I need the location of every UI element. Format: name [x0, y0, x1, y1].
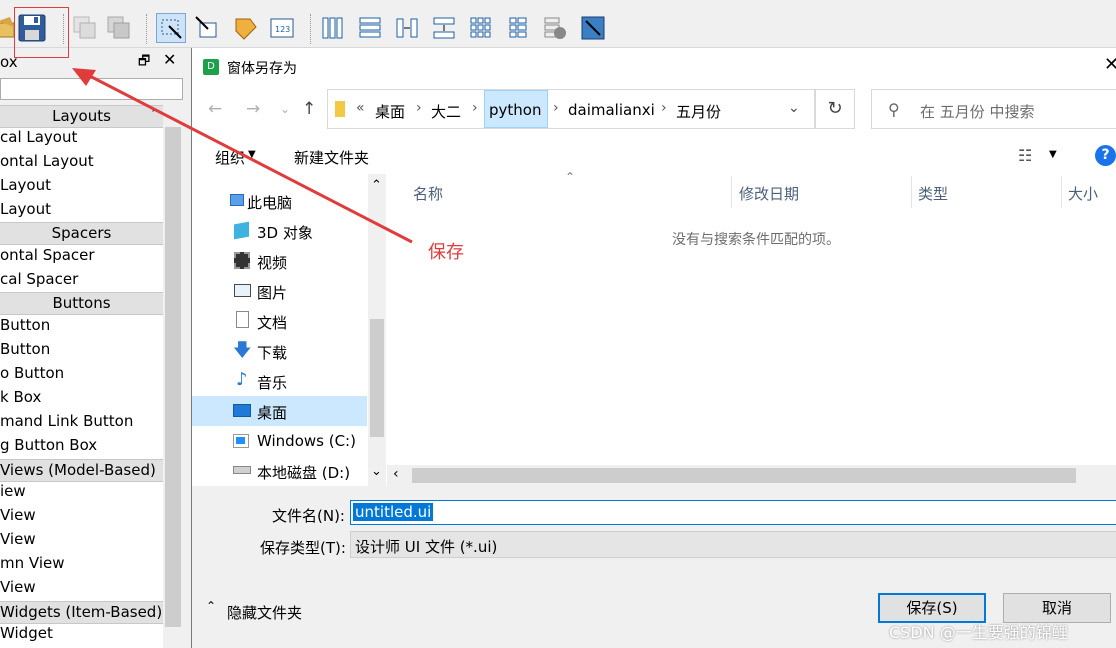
chevron-right-icon[interactable]: › [661, 100, 667, 116]
highlight-rectangle [14, 7, 69, 58]
chevron-right-icon[interactable]: › [472, 100, 478, 116]
filename-label: 文件名(N): [272, 507, 345, 525]
edit-signals-icon[interactable] [192, 13, 222, 43]
search-placeholder: 在 五月份 中搜索 [920, 103, 1035, 121]
widget-item[interactable]: Layout [0, 200, 51, 218]
chevron-left-icon[interactable]: ‹ [393, 466, 399, 482]
help-icon[interactable]: ? [1095, 145, 1116, 166]
category-item-widgets[interactable]: Widgets (Item-Based) [0, 601, 163, 624]
widget-item[interactable]: Layout [0, 176, 51, 194]
nav-item-documents[interactable]: 文档 [257, 312, 287, 333]
column-type[interactable]: 类型 [918, 183, 948, 204]
refresh-icon[interactable]: ↻ [815, 89, 855, 129]
edit-tab-order-icon[interactable]: 123 [267, 13, 297, 43]
widget-item[interactable]: cal Spacer [0, 270, 78, 288]
column-modified[interactable]: 修改日期 [739, 183, 799, 204]
windows-drive-icon [233, 434, 249, 448]
edit-buddies-icon[interactable] [230, 13, 260, 43]
widget-item[interactable]: iew [0, 482, 26, 500]
filename-value: untitled.ui [353, 503, 434, 521]
widget-item[interactable]: Button [0, 316, 50, 334]
widget-item[interactable]: g Button Box [0, 436, 97, 454]
layout-grid-icon[interactable] [466, 13, 496, 43]
svg-text:123: 123 [275, 25, 290, 34]
widget-item[interactable]: mand Link Button [0, 412, 133, 430]
category-buttons[interactable]: Buttons [0, 292, 163, 315]
address-dropdown-icon[interactable]: ⌄ [788, 100, 800, 116]
copy-icon[interactable] [70, 13, 100, 43]
chevron-right-icon[interactable]: › [553, 100, 559, 116]
main-toolbar: 123 [0, 8, 1116, 48]
chevron-up-icon[interactable]: ⌃ [206, 599, 216, 613]
view-options-icon[interactable]: ☷ [1018, 146, 1032, 165]
film-icon [234, 252, 250, 269]
nav-item-downloads[interactable]: 下载 [257, 342, 287, 363]
filetype-label: 保存类型(T): [260, 539, 346, 557]
nav-item-drive-d[interactable]: 本地磁盘 (D:) [257, 462, 350, 483]
layout-vertical-icon[interactable] [355, 13, 385, 43]
widget-item[interactable]: Widget [0, 624, 53, 642]
download-icon: 🡇 [233, 340, 252, 361]
breadcrumb-item[interactable]: 大二 [431, 101, 461, 122]
watermark: CSDN @一生要强的锦鲤 [889, 623, 1068, 642]
widget-item[interactable]: mn View [0, 554, 64, 572]
search-icon: ⚲ [888, 100, 900, 119]
breadcrumb-item[interactable]: daimalianxi [568, 101, 655, 119]
hide-folders-toggle[interactable]: 隐藏文件夹 [227, 602, 302, 623]
layout-h-splitter-icon[interactable] [392, 13, 422, 43]
desktop-icon [233, 404, 251, 417]
scrollbar-thumb[interactable] [370, 319, 384, 437]
adjust-size-icon[interactable] [578, 13, 608, 43]
music-icon: ♪ [236, 369, 248, 390]
filetype-value: 设计师 UI 文件 (*.ui) [355, 538, 498, 556]
document-icon [236, 311, 249, 328]
menu-bar [0, 0, 1116, 8]
sort-ascending-icon: ⌃ [565, 170, 576, 184]
layout-form-icon[interactable] [503, 13, 533, 43]
paste-icon[interactable] [104, 13, 134, 43]
nav-item-desktop[interactable]: 桌面 [257, 402, 287, 423]
drive-icon [233, 466, 251, 474]
widget-item[interactable]: o Button [0, 364, 64, 382]
nav-item-drive-c[interactable]: Windows (C:) [257, 432, 356, 450]
nav-item-pictures[interactable]: 图片 [257, 282, 287, 303]
breadcrumb-item[interactable]: python [489, 101, 541, 119]
file-list: ⌃ 名称 修改日期 类型 大小 没有与搜索条件匹配的项。 [387, 170, 1116, 486]
edit-widgets-icon[interactable] [156, 13, 186, 43]
close-icon[interactable]: ✕ [1104, 54, 1116, 75]
layout-v-splitter-icon[interactable] [429, 13, 459, 43]
category-item-views[interactable]: Views (Model-Based) [0, 459, 163, 482]
breadcrumb-item[interactable]: 五月份 [676, 101, 721, 122]
widget-item[interactable]: View [0, 530, 36, 548]
filetype-select[interactable]: 设计师 UI 文件 (*.ui) [350, 531, 1116, 558]
scrollbar-thumb[interactable] [412, 468, 1076, 483]
widget-item[interactable]: View [0, 506, 36, 524]
widget-item[interactable]: View [0, 578, 36, 596]
column-size[interactable]: 大小 [1068, 183, 1098, 204]
nav-item-videos[interactable]: 视频 [257, 252, 287, 273]
search-input[interactable]: ⚲ 在 五月份 中搜索 [871, 89, 1116, 129]
layout-horizontal-icon[interactable] [318, 13, 348, 43]
file-list-hscrollbar[interactable]: ‹ [387, 465, 1116, 486]
chevron-down-icon[interactable]: ⌄ [371, 464, 382, 479]
annotation-arrow [72, 68, 413, 244]
nav-item-music[interactable]: 音乐 [257, 372, 287, 393]
break-layout-icon[interactable] [540, 13, 570, 43]
picture-icon [234, 284, 251, 297]
widget-item[interactable]: k Box [0, 388, 41, 406]
widget-item[interactable]: Button [0, 340, 50, 358]
filename-input[interactable]: untitled.ui [350, 500, 1116, 525]
empty-message: 没有与搜索条件匹配的项。 [672, 232, 840, 248]
annotation-label: 保存 [428, 242, 464, 263]
caret-down-icon[interactable]: ▼ [1049, 149, 1057, 160]
